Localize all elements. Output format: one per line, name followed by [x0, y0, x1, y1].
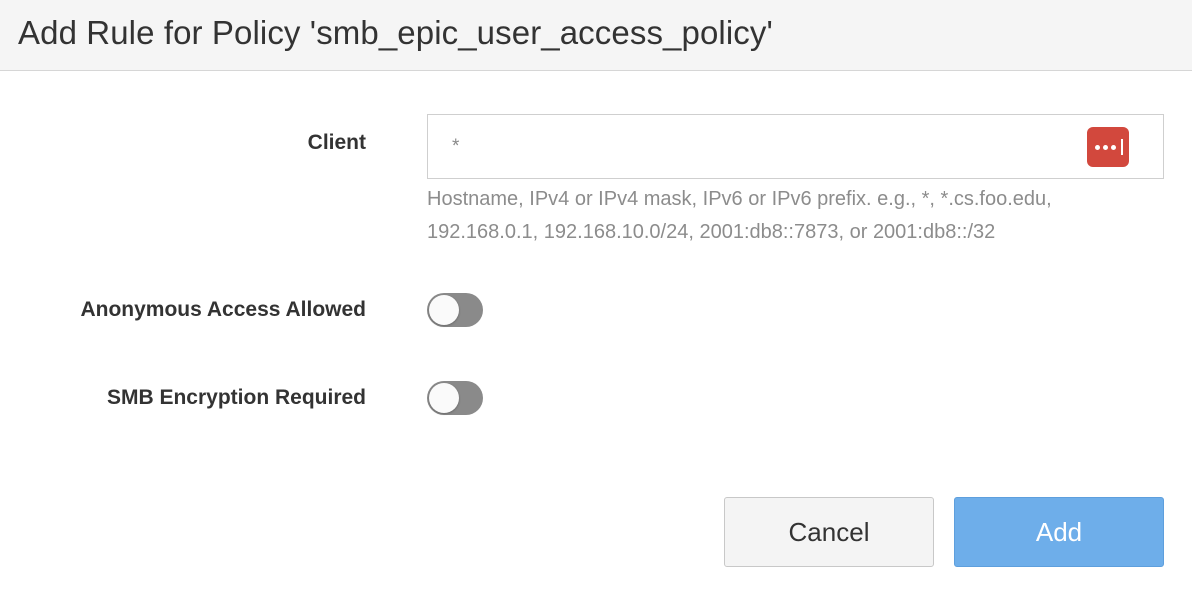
add-button[interactable]: Add — [954, 497, 1164, 567]
toggle-knob — [429, 383, 459, 413]
anonymous-access-label: Anonymous Access Allowed — [80, 298, 366, 321]
smb-encryption-label: SMB Encryption Required — [106, 386, 366, 409]
client-label: Client — [307, 131, 366, 154]
client-hint: Hostname, IPv4 or IPv4 mask, IPv6 or IPv… — [427, 188, 1052, 243]
dialog-title: Add Rule for Policy 'smb_epic_user_acces… — [18, 14, 773, 51]
anonymous-access-toggle[interactable] — [427, 293, 483, 327]
dialog-header: Add Rule for Policy 'smb_epic_user_acces… — [0, 0, 1192, 71]
client-field[interactable] — [427, 114, 1164, 179]
password-manager-icon[interactable] — [1087, 127, 1129, 167]
toggle-knob — [429, 295, 459, 325]
cancel-button[interactable]: Cancel — [724, 497, 934, 567]
smb-encryption-toggle[interactable] — [427, 381, 483, 415]
client-input[interactable] — [428, 115, 1068, 178]
